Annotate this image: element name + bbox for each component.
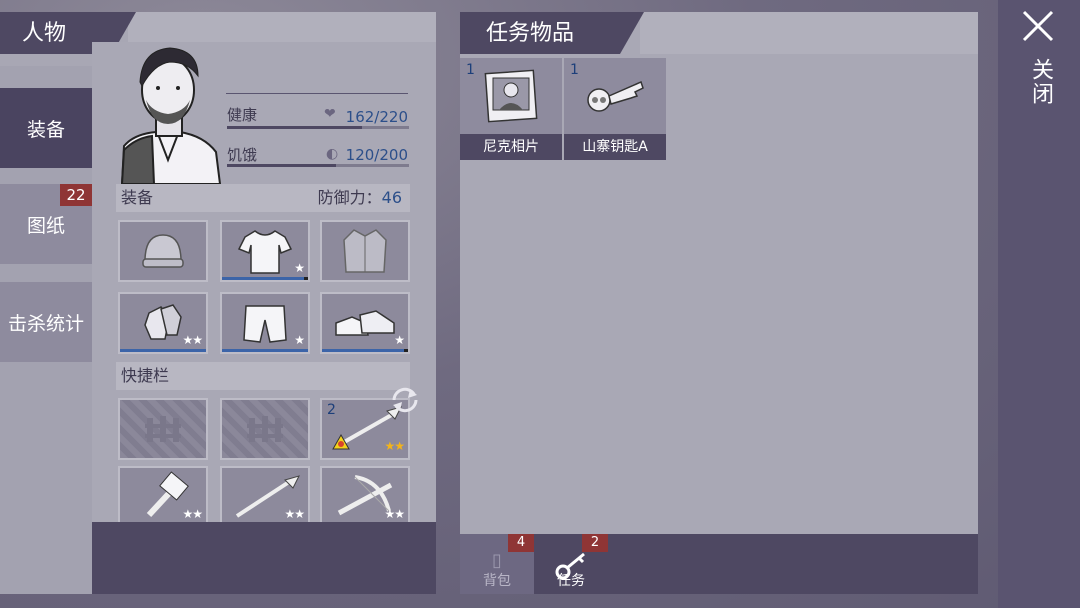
quickbar-section-bar: 快捷栏	[116, 362, 410, 390]
task-item-photo[interactable]: 1 尼克相片	[460, 58, 562, 160]
item-stars: ★★	[182, 507, 202, 521]
sidebar-tab-kill-stats[interactable]: 击杀统计	[0, 282, 92, 362]
equip-slot-outer[interactable]	[320, 220, 410, 282]
health-label: 健康	[227, 106, 258, 124]
durability-bar-fill	[222, 349, 308, 352]
sidebar-tab-label: 击杀统计	[7, 312, 84, 335]
item-count: 1	[570, 62, 579, 78]
stomach-icon: ◐	[326, 146, 339, 162]
equip-slot-head[interactable]	[118, 220, 208, 282]
backpack-count-badge: 4	[508, 534, 534, 552]
quickbar-slot-hammer[interactable]: ★★	[118, 466, 208, 528]
defense-value: 46	[381, 188, 402, 207]
equip-slot-feet[interactable]: ★	[320, 292, 410, 354]
stats-divider	[226, 93, 408, 94]
backpack-icon: ▯	[492, 550, 502, 571]
header-strip	[640, 12, 978, 54]
character-footer	[92, 522, 436, 594]
photo-icon	[460, 58, 562, 134]
equip-slot-hands[interactable]: ★★	[118, 292, 208, 354]
quickbar-slot-crossbow[interactable]: ★★	[320, 466, 410, 528]
health-bar	[227, 126, 409, 129]
durability-bar	[322, 349, 408, 352]
swap-icon[interactable]	[388, 386, 422, 414]
durability-bar-fill	[322, 349, 404, 352]
sidebar-tab-label: 装备	[26, 118, 65, 141]
durability-bar	[222, 277, 308, 280]
locked-fence-icon	[120, 400, 206, 458]
hunger-label: 饥饿	[227, 146, 258, 164]
item-stars: ★	[394, 333, 405, 347]
tab-label: 背包	[483, 573, 511, 589]
durability-bar	[120, 349, 206, 352]
durability-bar-fill	[222, 277, 304, 280]
close-label: 关闭	[1028, 58, 1053, 106]
close-strip[interactable]: 关闭	[998, 0, 1080, 608]
tab-label: 任务	[557, 573, 585, 589]
equip-slot-legs[interactable]: ★	[220, 292, 310, 354]
quickbar-slot-spear[interactable]: ★★	[220, 466, 310, 528]
durability-bar	[222, 349, 308, 352]
sidebar: 装备 图纸 22 击杀统计	[0, 66, 92, 594]
item-stars: ★★	[284, 507, 304, 521]
blueprint-count-badge: 22	[60, 184, 92, 206]
item-stars: ★★	[182, 333, 202, 347]
beanie-icon	[120, 222, 206, 280]
item-name: 山寨钥匙A	[564, 134, 666, 160]
equip-slot-top[interactable]: ★	[220, 220, 310, 282]
item-name: 尼克相片	[460, 134, 562, 160]
item-stars: ★★	[384, 507, 404, 521]
sidebar-tab-label: 图纸	[26, 214, 65, 237]
item-stars: ★	[294, 261, 305, 275]
sidebar-tab-equipment[interactable]: 装备	[0, 88, 92, 168]
locked-fence-icon	[222, 400, 308, 458]
hunger-value: 120/200	[345, 146, 408, 164]
sidebar-tab-blueprints[interactable]: 图纸 22	[0, 184, 92, 264]
equipment-label: 装备	[121, 188, 154, 207]
tab-backpack[interactable]: ▯ 背包 4	[460, 534, 534, 594]
hunger-bar-fill	[227, 164, 337, 167]
durability-bar-fill	[120, 349, 206, 352]
item-stars: ★★	[384, 439, 404, 453]
tab-tasks[interactable]: 任务 2	[534, 534, 608, 594]
jacket-icon	[322, 222, 408, 280]
health-value: 162/220	[345, 108, 408, 126]
character-portrait	[112, 42, 224, 184]
health-bar-fill	[227, 126, 362, 129]
close-icon[interactable]	[1018, 6, 1058, 46]
equipment-section-bar: 装备 防御力：46	[116, 184, 410, 212]
defense-rating: 防御力：46	[318, 184, 402, 212]
task-items-panel: 任务物品 1 尼克相片 1 山寨钥匙A ▯ 背包 4 任务 2	[460, 12, 978, 594]
key-icon	[564, 58, 666, 134]
defense-label: 防御力：	[317, 188, 382, 207]
task-items-title: 任务物品	[460, 12, 644, 54]
item-stars: ★	[294, 333, 305, 347]
task-item-key[interactable]: 1 山寨钥匙A	[564, 58, 666, 160]
task-count-badge: 2	[582, 534, 608, 552]
heart-icon: ❤	[324, 106, 336, 122]
quickbar-slot-locked[interactable]	[220, 398, 310, 460]
quickbar-label: 快捷栏	[121, 366, 170, 385]
hunger-bar	[227, 164, 409, 167]
item-count: 1	[466, 62, 475, 78]
inventory-tabs: ▯ 背包 4 任务 2	[460, 534, 978, 594]
quickbar-slot-locked[interactable]	[118, 398, 208, 460]
